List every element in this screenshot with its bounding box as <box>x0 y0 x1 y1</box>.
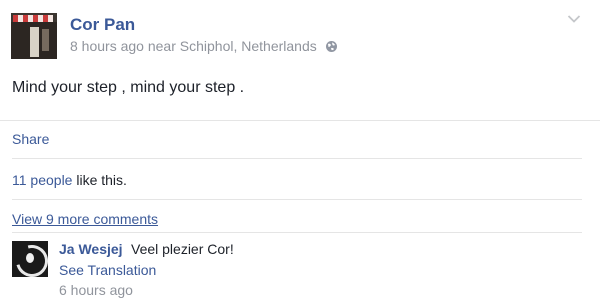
chevron-down-icon[interactable] <box>567 11 581 29</box>
avatar-photo-awning <box>13 15 53 22</box>
divider <box>12 158 582 159</box>
feed-post: Cor Pan 8 hours ago near Schiphol, Nethe… <box>0 0 600 300</box>
comment-timestamp[interactable]: 6 hours ago <box>59 282 133 298</box>
divider <box>0 120 600 121</box>
likes-count-link[interactable]: 11 people <box>12 172 72 188</box>
divider <box>12 232 582 233</box>
see-translation-link[interactable]: See Translation <box>59 262 156 278</box>
comment-author[interactable]: Ja Wesjej <box>59 241 123 257</box>
avatar-photo-window <box>42 29 49 51</box>
likes-suffix: like this. <box>76 172 127 188</box>
post-meta: 8 hours ago near Schiphol, Netherlands <box>70 38 338 56</box>
commenter-avatar[interactable] <box>12 241 48 277</box>
share-button[interactable]: Share <box>12 131 49 147</box>
avatar-photo-door <box>30 27 39 57</box>
author-name[interactable]: Cor Pan <box>70 15 135 35</box>
globe-icon[interactable] <box>325 40 338 56</box>
post-location[interactable]: Schiphol, Netherlands <box>180 38 317 54</box>
post-message: Mind your step , mind your step . <box>12 79 245 96</box>
avatar-photo-spot <box>26 253 34 263</box>
location-prefix: near <box>147 38 176 54</box>
likes-summary: 11 people like this. <box>12 172 127 188</box>
view-more-comments-link[interactable]: View 9 more comments <box>12 211 158 227</box>
comment-text: Veel plezier Cor! <box>131 241 234 257</box>
author-avatar[interactable] <box>11 13 57 59</box>
post-timestamp[interactable]: 8 hours ago <box>70 38 144 54</box>
divider <box>12 199 582 200</box>
